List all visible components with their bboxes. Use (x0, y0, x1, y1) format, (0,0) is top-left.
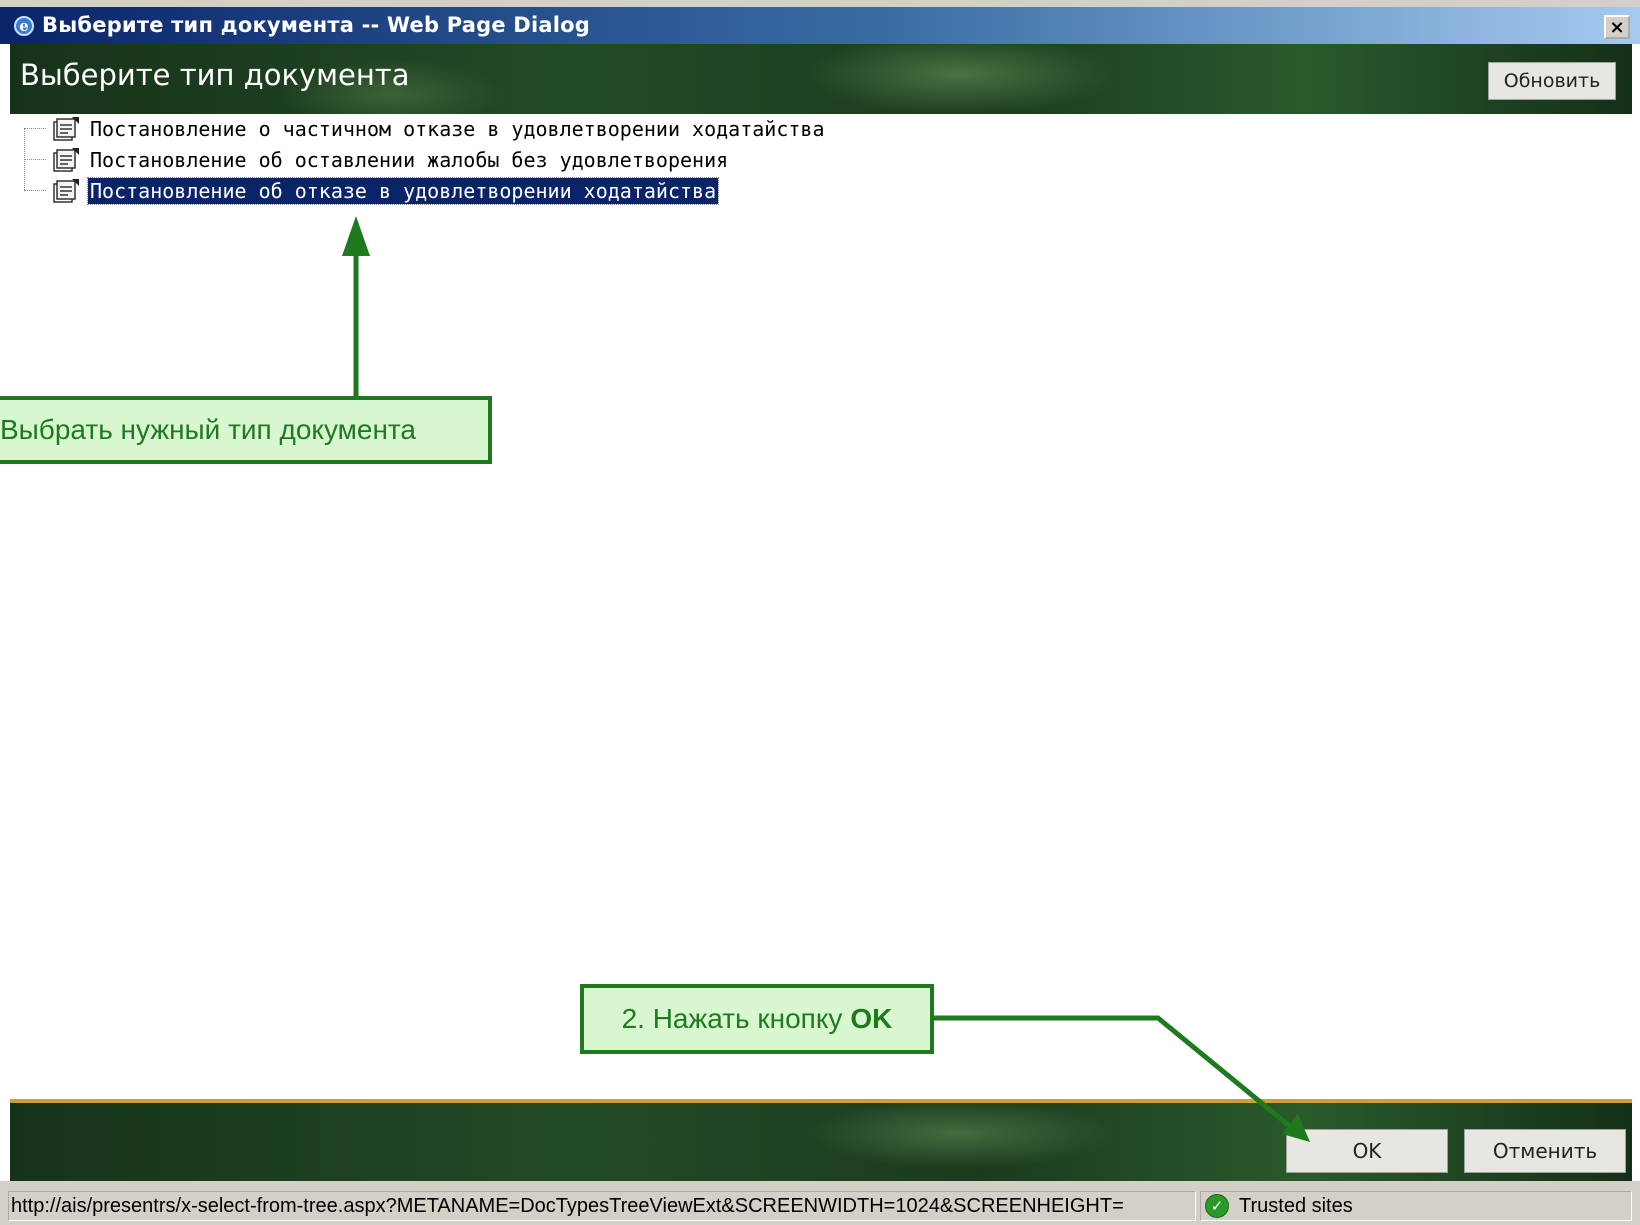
ie-icon: e (14, 16, 34, 36)
cancel-button[interactable]: Отменить (1464, 1129, 1626, 1173)
header-banner: Выберите тип документа Обновить (10, 44, 1632, 114)
tree-item[interactable]: Постановление об оставлении жалобы без у… (24, 145, 730, 175)
security-zone-label: Trusted sites (1239, 1194, 1353, 1217)
status-url: http://ais/presentrs/x-select-from-tree.… (8, 1191, 1196, 1221)
callout-step1: Выбрать нужный тип документа (0, 396, 492, 464)
refresh-button[interactable]: Обновить (1488, 62, 1616, 100)
tree-item-label: Постановление о частичном отказе в удовл… (90, 117, 825, 141)
svg-text:e: e (19, 17, 29, 35)
document-type-icon (53, 179, 79, 203)
ok-button[interactable]: OK (1286, 1129, 1448, 1173)
close-button[interactable]: × (1604, 15, 1630, 39)
window-title-bar[interactable]: e Выберите тип документа -- Web Page Dia… (0, 0, 1640, 44)
callout-step2-text: 2. Нажать кнопку (621, 1003, 843, 1034)
tree-connector (24, 190, 46, 192)
tree-item-label: Постановление об оставлении жалобы без у… (90, 148, 729, 172)
document-type-tree: Постановление о частичном отказе в удовл… (10, 114, 1632, 1099)
callout-step2-bold: OK (850, 1003, 893, 1034)
callout-step2: 2. Нажать кнопку OK (580, 984, 934, 1054)
tree-connector (24, 159, 46, 161)
dialog-footer: OK Отменить (10, 1099, 1632, 1181)
close-icon: × (1609, 16, 1625, 38)
tree-item-selected[interactable]: Постановление об отказе в удовлетворении… (24, 176, 720, 206)
check-icon: ✓ (1205, 1194, 1229, 1218)
security-zone: ✓ Trusted sites (1200, 1191, 1632, 1221)
window-title: Выберите тип документа -- Web Page Dialo… (42, 13, 590, 37)
document-type-icon (53, 117, 79, 141)
tree-connector (24, 128, 46, 130)
tree-item-label: Постановление об отказе в удовлетворении… (86, 177, 720, 205)
page-heading: Выберите тип документа (20, 58, 410, 92)
status-bar: http://ais/presentrs/x-select-from-tree.… (0, 1181, 1640, 1225)
callout-step1-text: Выбрать нужный тип документа (0, 414, 417, 445)
document-type-icon (53, 148, 79, 172)
tree-item[interactable]: Постановление о частичном отказе в удовл… (24, 114, 827, 144)
